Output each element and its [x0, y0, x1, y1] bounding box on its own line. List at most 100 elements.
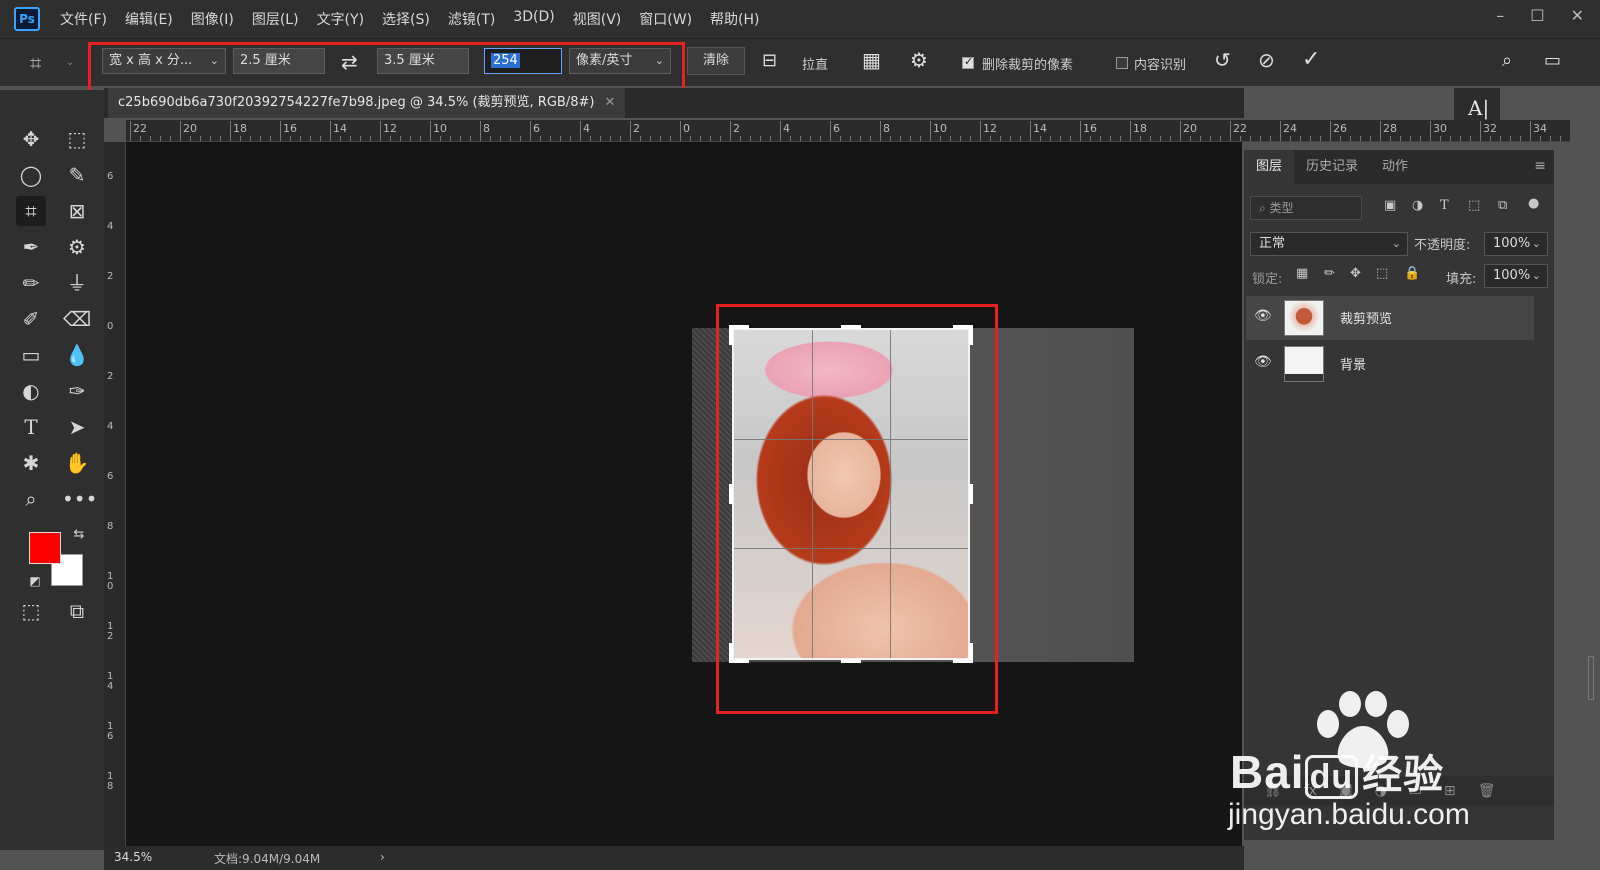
commit-check-icon[interactable]: ✓: [1302, 47, 1320, 72]
menu-select[interactable]: 选择(S): [382, 9, 430, 29]
vertical-scrollbar[interactable]: [1588, 656, 1594, 700]
filter-toggle-icon[interactable]: ●: [1528, 196, 1539, 211]
search-icon[interactable]: ⌕: [1502, 50, 1512, 71]
menu-view[interactable]: 视图(V): [573, 9, 622, 29]
stamp-tool-icon[interactable]: ⏚: [62, 268, 92, 298]
minimize-icon[interactable]: –: [1496, 6, 1504, 25]
close-tab-icon[interactable]: ✕: [604, 95, 615, 110]
lasso-tool-icon[interactable]: ◯: [16, 160, 46, 190]
filter-image-icon[interactable]: ▣: [1384, 198, 1396, 213]
menu-layer[interactable]: 图层(L): [252, 9, 299, 29]
type-tool-icon[interactable]: T: [16, 412, 46, 442]
panel-menu-icon[interactable]: ≡: [1534, 158, 1546, 174]
eye-icon[interactable]: 👁: [1254, 354, 1272, 370]
default-colors-icon[interactable]: ◩: [20, 566, 50, 596]
more-tools-icon[interactable]: •••: [62, 484, 97, 514]
filter-adjustment-icon[interactable]: ◑: [1412, 198, 1423, 213]
path-select-tool-icon[interactable]: ➤: [62, 412, 92, 442]
chevron-down-icon[interactable]: ⌄: [66, 57, 74, 68]
quick-select-tool-icon[interactable]: ✎: [62, 160, 92, 190]
chevron-right-icon[interactable]: ›: [380, 850, 385, 864]
cancel-icon[interactable]: ⊘: [1258, 48, 1275, 72]
menu-window[interactable]: 窗口(W): [639, 9, 692, 29]
ruler-tick: [1430, 121, 1431, 141]
menu-file[interactable]: 文件(F): [60, 9, 107, 29]
straighten-label[interactable]: 拉直: [802, 54, 828, 73]
quick-mask-icon[interactable]: ⬚: [16, 596, 46, 626]
blur-tool-icon[interactable]: 💧: [62, 340, 92, 370]
opacity-field[interactable]: 100% ⌄: [1484, 232, 1548, 256]
layer-row[interactable]: 👁 背景: [1246, 342, 1534, 386]
layer-filter-select[interactable]: ⌕ 类型: [1250, 196, 1362, 220]
ruler-label: 6: [533, 122, 540, 135]
ruler-tick: [320, 136, 321, 141]
lock-pixels-icon[interactable]: ✏: [1324, 266, 1335, 281]
grid-overlay-icon[interactable]: ▦: [862, 48, 881, 72]
ruler-tick: [300, 136, 301, 141]
straighten-icon[interactable]: ⊟: [762, 50, 777, 71]
screen-mode-icon[interactable]: ⧉: [62, 596, 92, 626]
tab-layers[interactable]: 图层: [1244, 150, 1295, 184]
fill-field[interactable]: 100% ⌄: [1484, 264, 1548, 288]
move-tool-icon[interactable]: ✥: [16, 124, 46, 154]
ruler-tick: [920, 136, 921, 141]
menu-help[interactable]: 帮助(H): [710, 9, 759, 29]
ruler-tick: [1200, 136, 1201, 141]
lock-transparency-icon[interactable]: ▦: [1296, 266, 1308, 281]
dodge-tool-icon[interactable]: ◐: [16, 376, 46, 406]
content-aware-checkbox[interactable]: [1116, 57, 1128, 69]
crop-preset-icon[interactable]: ⌗: [30, 51, 41, 75]
maximize-icon[interactable]: ☐: [1530, 6, 1544, 25]
foreground-color-swatch[interactable]: [29, 532, 61, 564]
character-panel-icon[interactable]: A|: [1468, 96, 1489, 120]
ruler-label: 6: [107, 471, 114, 482]
lock-all-icon[interactable]: 🔒: [1404, 266, 1420, 281]
ruler-tick: [310, 136, 311, 141]
brush-tool-icon[interactable]: ✏: [16, 268, 46, 298]
lock-artboard-icon[interactable]: ⬚: [1376, 266, 1388, 281]
lock-position-icon[interactable]: ✥: [1350, 266, 1361, 281]
shape-tool-icon[interactable]: ✱: [16, 448, 46, 478]
hand-tool-icon[interactable]: ✋: [62, 448, 92, 478]
gear-icon[interactable]: ⚙: [910, 48, 928, 72]
filter-shape-icon[interactable]: ⬚: [1468, 198, 1480, 213]
close-icon[interactable]: ✕: [1571, 6, 1584, 25]
ruler-tick: [740, 136, 741, 141]
clear-button[interactable]: 清除: [687, 47, 745, 75]
ruler-tick: [1550, 136, 1551, 141]
menu-edit[interactable]: 编辑(E): [125, 9, 173, 29]
zoom-level[interactable]: 34.5%: [114, 850, 152, 864]
ruler-tick: [1290, 136, 1291, 141]
blend-mode-select[interactable]: 正常 ⌄: [1250, 232, 1408, 256]
ruler-label: 8: [483, 122, 490, 135]
gradient-tool-icon[interactable]: ▭: [16, 340, 46, 370]
frame-tool-icon[interactable]: ⊠: [62, 196, 92, 226]
ruler-label: 4: [583, 122, 590, 135]
eye-icon[interactable]: 👁: [1254, 308, 1272, 324]
menu-image[interactable]: 图像(I): [191, 9, 234, 29]
layer-row[interactable]: 👁 裁剪预览: [1246, 296, 1534, 340]
filter-smart-object-icon[interactable]: ⧉: [1498, 198, 1507, 213]
eyedropper-tool-icon[interactable]: ✒: [16, 232, 46, 262]
menu-filter[interactable]: 滤镜(T): [448, 9, 495, 29]
workspace-icon[interactable]: ▭: [1544, 50, 1561, 71]
zoom-tool-icon[interactable]: ⌕: [16, 484, 46, 514]
crop-tool-icon[interactable]: ⌗: [16, 196, 46, 226]
tab-actions[interactable]: 动作: [1370, 150, 1420, 184]
delete-cropped-checkbox[interactable]: [962, 55, 974, 69]
healing-tool-icon[interactable]: ⚙: [62, 232, 92, 262]
history-brush-tool-icon[interactable]: ✐: [16, 304, 46, 334]
ruler-tick: [1220, 136, 1221, 141]
swap-colors-icon[interactable]: ⇆: [64, 520, 94, 550]
reset-icon[interactable]: ↺: [1214, 48, 1231, 72]
ruler-tick: [290, 136, 291, 141]
filter-type-icon[interactable]: T: [1440, 198, 1449, 213]
eraser-tool-icon[interactable]: ⌫: [62, 304, 92, 334]
watermark-url: jingyan.baidu.com: [1228, 798, 1470, 831]
document-tab[interactable]: c25b690db6a730f20392754227fe7b98.jpeg @ …: [108, 88, 626, 118]
menu-3d[interactable]: 3D(D): [513, 9, 554, 29]
pen-tool-icon[interactable]: ✑: [62, 376, 92, 406]
menu-type[interactable]: 文字(Y): [317, 9, 364, 29]
tab-history[interactable]: 历史记录: [1294, 150, 1370, 184]
marquee-tool-icon[interactable]: ⬚: [62, 124, 92, 154]
